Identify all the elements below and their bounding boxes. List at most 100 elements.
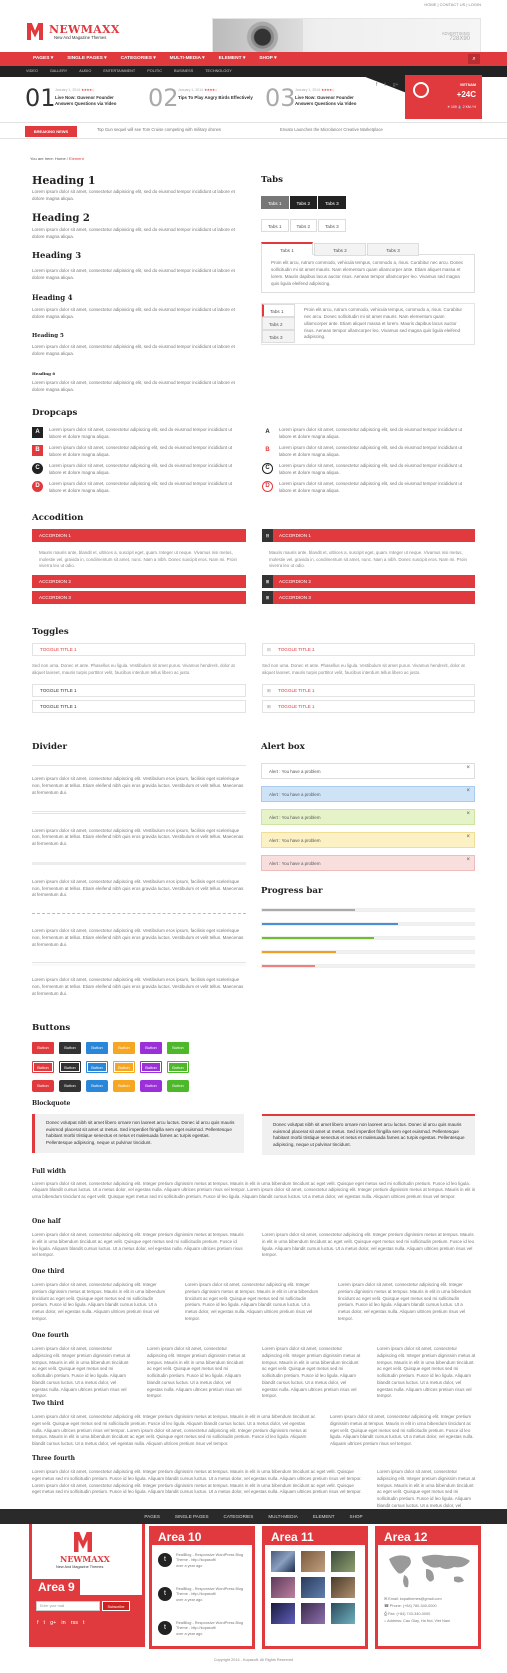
footer-nav-shop[interactable]: SHOP [350,1509,363,1524]
nav-single-pages[interactable]: SINGLE PAGES ▾ [60,52,113,66]
gallery-thumb[interactable] [271,1551,295,1572]
featured-title[interactable]: Live Now: Guvenor Founder Answers Questi… [295,95,371,106]
button-sample[interactable]: Button [113,1042,135,1055]
button-sample[interactable]: Button [86,1061,108,1074]
nav-multi-media[interactable]: MULTI-MEDIA ▾ [163,52,212,66]
tab-2[interactable]: Tabs 2 [289,219,318,233]
top-links[interactable]: HOME | CONTACT US | LOGIN [0,0,507,9]
button-sample[interactable]: Button [32,1042,54,1055]
plus-icon: ⊞ [262,590,273,604]
button-sample[interactable]: Button [140,1042,162,1055]
button-sample[interactable]: Button [140,1061,162,1074]
gallery-thumb[interactable] [301,1577,325,1598]
advertising-banner[interactable]: ADVERTISING 728X90 [212,18,481,53]
button-sample[interactable]: Button [86,1042,108,1055]
breaking-news-item[interactable]: Top Gun sequel will see Tom Cruise compe… [97,127,221,133]
toggle-item[interactable]: ⊞ TOGGLE TITLE 1 [262,700,475,714]
twitter-icon[interactable]: t [158,1621,172,1635]
tab-1[interactable]: Tabs 1 [261,196,289,210]
vtab-1[interactable]: Tabs 1 [262,304,295,318]
gallery-thumb[interactable] [331,1603,355,1624]
close-icon[interactable]: × [466,760,470,776]
accordion-item[interactable]: ⊟ ACCORDION 1 [262,529,475,542]
vtab-3[interactable]: Tabs 3 [262,330,295,344]
tab-3[interactable]: Tabs 3 [367,243,419,257]
button-sample[interactable]: Button [86,1080,108,1093]
subnav-entertainment[interactable]: ENTERTAINMENT [97,66,141,77]
logo-tagline: New And Magazine Themes [54,35,107,40]
button-sample[interactable]: Button [113,1080,135,1093]
button-sample[interactable]: Button [167,1080,189,1093]
gallery-thumb[interactable] [301,1603,325,1624]
tab-3[interactable]: Tabs 3 [318,219,346,233]
subnav-video[interactable]: VIDEO [20,66,44,77]
gallery-thumb[interactable] [271,1577,295,1598]
close-icon[interactable]: × [466,829,470,845]
subscribe-button[interactable]: Subscribe [102,1601,130,1611]
subnav-audio[interactable]: AUDIO [73,66,97,77]
progress-bar [261,935,475,940]
twitter-icon[interactable]: t [158,1553,172,1567]
featured-title[interactable]: Tips To Play Angry Birds Effectively [178,95,254,101]
accordion-item[interactable]: ACCORDION 2 [32,574,246,588]
close-icon[interactable]: × [466,852,470,868]
accordion-item[interactable]: ⊞ ACCORDION 2 [262,574,475,588]
close-icon[interactable]: × [466,806,470,822]
facebook-icon[interactable]: f [37,1620,39,1628]
button-sample[interactable]: Button [59,1061,81,1074]
subscribe-email-input[interactable]: Enter your mail [36,1601,100,1611]
gallery-thumb[interactable] [331,1577,355,1598]
breadcrumb-home[interactable]: Home [55,156,66,161]
tab-2[interactable]: Tabs 2 [314,243,366,257]
search-icon[interactable]: ⌕ [468,54,480,64]
toggle-item[interactable]: TOGGLE TITLE 1 [32,700,246,714]
button-sample[interactable]: Button [113,1061,135,1074]
subnav-technology[interactable]: TECHNOLOGY [199,66,238,77]
google-plus-icon[interactable]: g+ [50,1620,56,1628]
tumblr-icon[interactable]: t [83,1620,85,1628]
button-sample[interactable]: Button [167,1042,189,1055]
gallery-thumb[interactable] [301,1551,325,1572]
close-icon[interactable]: × [466,783,470,799]
rss-icon[interactable]: rss [71,1620,78,1628]
breaking-news-item[interactable]: Envato Launches the Microlancer Creative… [280,127,383,133]
footer-nav-single-pages[interactable]: SINGLE PAGES [175,1509,209,1524]
accordion-item[interactable]: ACCORDION 3 [32,590,246,604]
toggle-item[interactable]: ⊞ TOGGLE TITLE 1 [262,684,475,698]
footer-nav-pages[interactable]: PAGES [144,1509,160,1524]
tab-1[interactable]: Tabs 1 [261,242,313,256]
gallery-thumb[interactable] [271,1603,295,1624]
subnav-politic[interactable]: POLITIC [141,66,168,77]
subnav-business[interactable]: BUSINESS [168,66,199,77]
button-sample[interactable]: Button [59,1042,81,1055]
blockquote-section: Blockquote [32,1100,477,1109]
footer-nav-element[interactable]: ELEMENT [313,1509,335,1524]
button-sample[interactable]: Button [32,1061,54,1074]
toggle-item[interactable]: TOGGLE TITLE 1 [32,643,246,656]
featured-title[interactable]: Live Now: Guvenor Founder Answers Questi… [55,95,131,106]
nav-pages[interactable]: PAGES ▾ [26,52,60,66]
gallery-thumb[interactable] [331,1551,355,1572]
button-sample[interactable]: Button [167,1061,189,1074]
nav-shop[interactable]: SHOP ▾ [252,52,283,66]
nav-element[interactable]: ELEMENT ▾ [212,52,253,66]
nav-categories[interactable]: CATEGORIES ▾ [114,52,163,66]
button-sample[interactable]: Button [32,1080,54,1093]
button-sample[interactable]: Button [140,1080,162,1093]
tab-2[interactable]: Tabs 2 [289,196,318,210]
subnav-gallery[interactable]: GALLERY [44,66,73,77]
tab-3[interactable]: Tabs 3 [318,196,346,210]
toggle-item[interactable]: TOGGLE TITLE 1 [32,684,246,698]
vtab-2[interactable]: Tabs 2 [262,317,295,331]
button-sample[interactable]: Button [59,1080,81,1093]
accordion-item[interactable]: ACCORDION 1 [32,529,246,542]
rating-stars: ★★★★☆ [321,88,335,92]
toggle-item[interactable]: ⊟ TOGGLE TITLE 1 [262,643,475,656]
accordion-item[interactable]: ⊞ ACCORDION 3 [262,590,475,604]
footer-nav-categories[interactable]: CATEGORIES [224,1509,254,1524]
twitter-icon[interactable]: t [158,1587,172,1601]
twitter-icon[interactable]: t [44,1620,46,1628]
linkedin-icon[interactable]: in [61,1620,65,1628]
tab-1[interactable]: Tabs 1 [261,219,289,233]
footer-nav-multi-media[interactable]: MULTI-MEDIA [268,1509,298,1524]
